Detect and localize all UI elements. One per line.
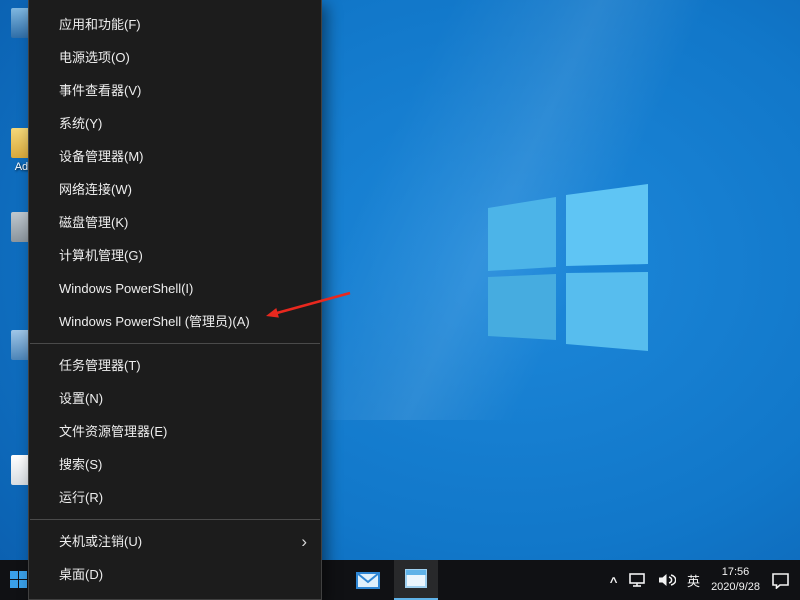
menu-item-label: 关机或注销(U): [59, 534, 142, 549]
start-button[interactable]: [10, 571, 27, 588]
menu-item-disk-management[interactable]: 磁盘管理(K): [29, 206, 321, 239]
tray-overflow-chevron-icon[interactable]: ∧: [608, 575, 619, 586]
window-app-icon: [404, 568, 428, 590]
taskbar-mail-button[interactable]: [346, 560, 390, 600]
network-icon[interactable]: [628, 572, 646, 588]
menu-item-apps-features[interactable]: 应用和功能(F): [29, 8, 321, 41]
winx-context-menu: 应用和功能(F) 电源选项(O) 事件查看器(V) 系统(Y) 设备管理器(M)…: [28, 0, 322, 600]
menu-item-shutdown-signout[interactable]: 关机或注销(U) ›: [29, 525, 321, 558]
taskbar-active-app-button[interactable]: [394, 560, 438, 600]
menu-item-run[interactable]: 运行(R): [29, 481, 321, 514]
menu-item-file-explorer[interactable]: 文件资源管理器(E): [29, 415, 321, 448]
menu-item-task-manager[interactable]: 任务管理器(T): [29, 349, 321, 382]
menu-item-search[interactable]: 搜索(S): [29, 448, 321, 481]
taskbar-clock[interactable]: 17:56 2020/9/28: [711, 565, 760, 595]
mail-icon: [355, 567, 381, 593]
menu-item-device-manager[interactable]: 设备管理器(M): [29, 140, 321, 173]
menu-separator: [30, 343, 320, 344]
menu-item-network-connections[interactable]: 网络连接(W): [29, 173, 321, 206]
submenu-chevron-icon: ›: [301, 525, 307, 558]
menu-item-desktop[interactable]: 桌面(D): [29, 558, 321, 591]
action-center-icon[interactable]: [771, 571, 790, 589]
menu-item-power-options[interactable]: 电源选项(O): [29, 41, 321, 74]
windows-start-icon: [10, 571, 18, 579]
menu-separator: [30, 519, 320, 520]
menu-item-powershell[interactable]: Windows PowerShell(I): [29, 272, 321, 305]
menu-item-settings[interactable]: 设置(N): [29, 382, 321, 415]
system-tray: ∧ 英 17:56 2020/9/28: [610, 560, 800, 600]
menu-item-event-viewer[interactable]: 事件查看器(V): [29, 74, 321, 107]
ime-language-indicator[interactable]: 英: [687, 571, 700, 590]
volume-icon[interactable]: [657, 572, 676, 588]
clock-time: 17:56: [711, 565, 760, 580]
menu-item-system[interactable]: 系统(Y): [29, 107, 321, 140]
clock-date: 2020/9/28: [711, 580, 760, 595]
menu-item-powershell-admin[interactable]: Windows PowerShell (管理员)(A): [29, 305, 321, 338]
menu-item-computer-management[interactable]: 计算机管理(G): [29, 239, 321, 272]
